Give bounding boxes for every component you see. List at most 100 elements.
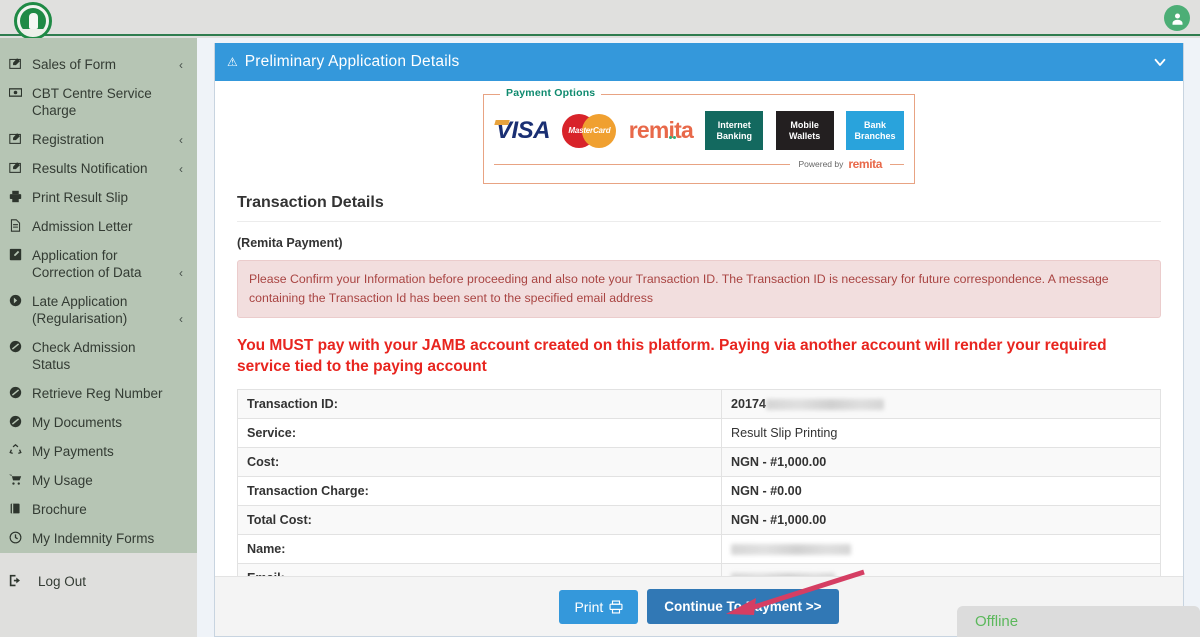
sidebar-item-check-admission-status[interactable]: Check Admission Status (0, 333, 197, 379)
table-cell-value-text: NGN - #0.00 (731, 484, 802, 498)
chevron-left-icon: ‹ (179, 133, 183, 147)
sidebar-item-cbt-centre-service-charge[interactable]: CBT Centre Service Charge (0, 79, 197, 125)
sidebar: Sales of Form ‹ CBT Centre Service Charg… (0, 38, 197, 589)
panel-header: ⚠ Preliminary Application Details (215, 43, 1183, 81)
sidebar-label: Brochure (32, 502, 87, 517)
table-cell-value-text: NGN - #1,000.00 (731, 455, 827, 469)
visa-logo: VISA (496, 116, 551, 144)
user-icon (1172, 13, 1182, 25)
must-pay-warning: You MUST pay with your JAMB account crea… (237, 337, 1107, 375)
internet-banking-box: Internet Banking (705, 111, 764, 150)
circle-slash-icon (9, 339, 26, 353)
sidebar-item-my-usage[interactable]: My Usage (0, 466, 197, 495)
powered-by-remita: Powered by remita (494, 157, 904, 171)
table-cell-key: Total Cost: (237, 505, 722, 535)
panel-body: Payment Options VISA MasterCard remita I… (215, 81, 1183, 622)
sidebar-item-log-out[interactable]: Log Out (0, 567, 197, 596)
jamb-logo[interactable] (13, 1, 53, 41)
book-icon (9, 501, 26, 515)
sidebar-label: CBT Centre Service Charge (32, 86, 152, 118)
bank-branches-box: Bank Branches (845, 111, 904, 150)
sidebar-item-admission-letter[interactable]: Admission Letter (0, 212, 197, 241)
remita-dots (668, 118, 676, 145)
payment-options-banner: Payment Options VISA MasterCard remita I… (483, 87, 915, 184)
document-icon (9, 218, 26, 232)
sidebar-item-my-indemnity-forms[interactable]: My Indemnity Forms (0, 524, 197, 553)
sidebar-item-results-notification[interactable]: Results Notification ‹ (0, 154, 197, 183)
page-root: Sales of Form ‹ CBT Centre Service Charg… (0, 0, 1200, 637)
table-cell-value-text: NGN - #1,000.00 (731, 513, 827, 527)
logout-icon (9, 573, 26, 587)
powered-remita-brand: remita (848, 157, 882, 171)
sidebar-item-sales-of-form[interactable]: Sales of Form ‹ (0, 50, 197, 79)
logo-circle (14, 2, 52, 40)
chat-status-widget[interactable]: Offline (957, 606, 1200, 637)
recycle-icon (9, 443, 26, 457)
sidebar-label: My Indemnity Forms (32, 531, 155, 546)
sidebar-item-retrieve-reg-number[interactable]: Retrieve Reg Number (0, 379, 197, 408)
sidebar-label: Registration (32, 132, 105, 147)
printer-icon (609, 599, 623, 614)
edit-icon (9, 131, 26, 145)
table-cell-value: NGN - #0.00 (721, 476, 1161, 506)
table-row: Total Cost: NGN - #1,000.00 (237, 505, 1161, 535)
print-button[interactable]: Print (559, 589, 639, 624)
sidebar-item-application-for-correction-of-data[interactable]: Application for Correction of Data ‹ (0, 241, 197, 287)
money-icon (9, 85, 26, 99)
payment-logos-row: VISA MasterCard remita Internet Banking … (494, 111, 904, 150)
user-avatar[interactable] (1164, 5, 1190, 31)
clock-icon (9, 530, 26, 544)
sidebar-item-my-documents[interactable]: My Documents (0, 408, 197, 437)
edit-icon (9, 160, 26, 174)
table-cell-value: NGN - #1,000.00 (721, 505, 1161, 535)
table-cell-key: Service: (237, 418, 722, 448)
warning-triangle-icon: ⚠ (227, 55, 238, 69)
preliminary-application-panel: ⚠ Preliminary Application Details Paymen… (214, 43, 1184, 637)
arrow-circle-right-icon (9, 293, 26, 307)
table-cell-key: Transaction Charge: (237, 476, 722, 506)
sidebar-label: Late Application (Regularisation) (32, 294, 128, 326)
table-row: Cost: NGN - #1,000.00 (237, 447, 1161, 477)
sidebar-item-late-application-regularisation[interactable]: Late Application (Regularisation) ‹ (0, 287, 197, 333)
table-cell-value-text: 20174 (731, 397, 767, 411)
table-row: Name: ████ (237, 534, 1161, 564)
chevron-left-icon: ‹ (179, 162, 183, 176)
sidebar-label: My Documents (32, 415, 123, 430)
section-title: Transaction Details (237, 194, 384, 211)
pencil-square-icon (9, 247, 26, 261)
payment-options-label: Payment Options (500, 87, 602, 99)
table-cell-value: Result Slip Printing (721, 418, 1161, 448)
chevron-left-icon: ‹ (179, 266, 183, 280)
sidebar-item-brochure[interactable]: Brochure (0, 495, 197, 524)
table-cell-value: NGN - #1,000.00 (721, 447, 1161, 477)
page-title: Preliminary Application Details (244, 53, 460, 70)
sidebar-item-my-payments[interactable]: My Payments (0, 437, 197, 466)
main-content-area: ⚠ Preliminary Application Details Paymen… (197, 38, 1200, 637)
confirm-information-alert: Please Confirm your Information before p… (237, 260, 1161, 318)
table-cell-value: ████ (721, 534, 1161, 564)
remita-wordmark: remita (628, 117, 694, 143)
circle-slash-icon (9, 385, 26, 399)
chevron-left-icon: ‹ (179, 58, 183, 72)
table-cell-key: Transaction ID: (237, 389, 722, 419)
table-cell-key: Cost: (237, 447, 722, 477)
top-bar (0, 0, 1200, 40)
logo-core (28, 13, 38, 29)
mastercard-label: MasterCard (568, 125, 611, 135)
chevron-left-icon: ‹ (179, 312, 183, 326)
sidebar-label: Results Notification (32, 161, 148, 176)
sidebar-label: Sales of Form (32, 57, 117, 72)
sidebar-item-registration[interactable]: Registration ‹ (0, 125, 197, 154)
circle-slash-icon (9, 414, 26, 428)
table-row: Transaction ID:20174████ (237, 389, 1161, 419)
chat-status-label: Offline (975, 613, 1019, 630)
chevron-down-icon[interactable] (1151, 53, 1169, 71)
table-cell-value: 20174████ (721, 389, 1161, 419)
redacted-value: ████ (766, 399, 885, 411)
sidebar-label: Print Result Slip (32, 190, 129, 205)
printer-icon (9, 189, 26, 203)
continue-to-payment-button[interactable]: Continue To Payment >> (647, 589, 839, 624)
sidebar-label: Check Admission Status (32, 340, 136, 372)
sidebar-item-print-result-slip[interactable]: Print Result Slip (0, 183, 197, 212)
mobile-wallets-box: Mobile Wallets (775, 111, 834, 150)
